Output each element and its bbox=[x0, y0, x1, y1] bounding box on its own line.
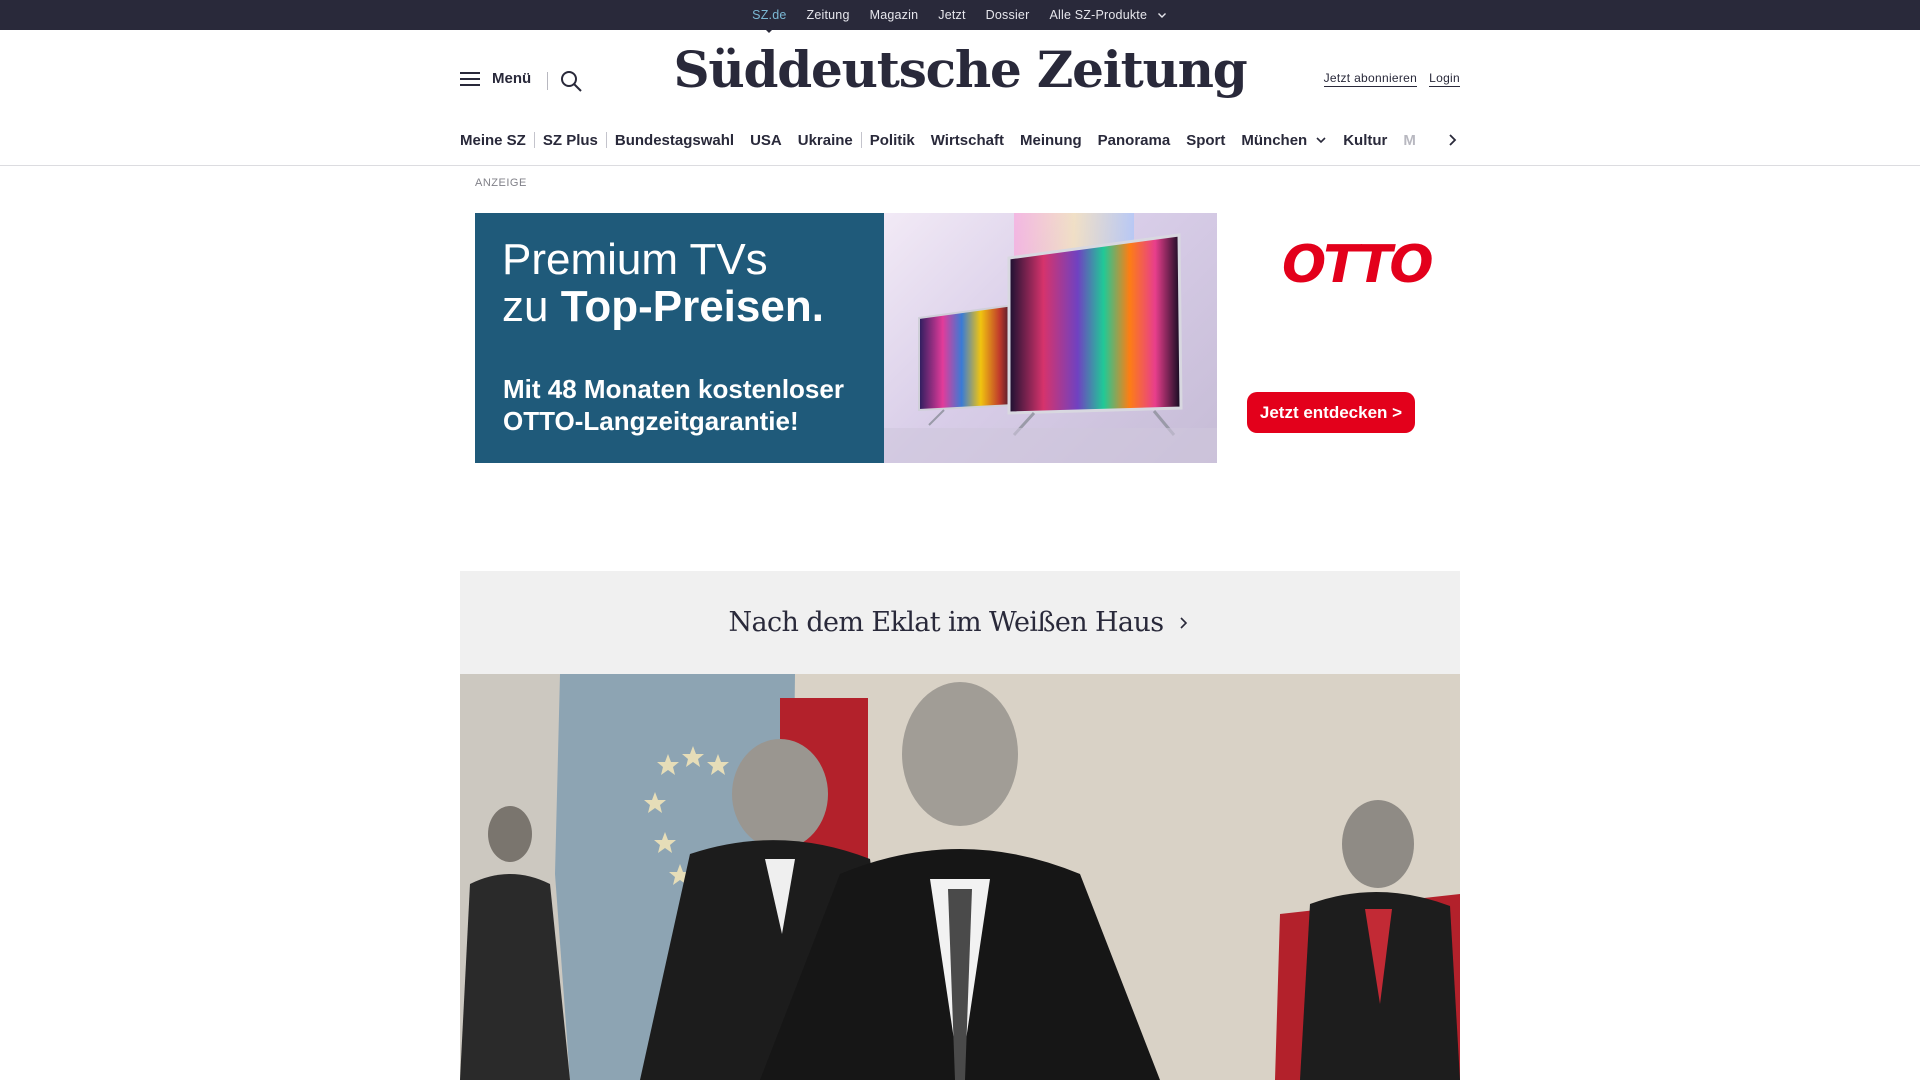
nav-item-usa[interactable]: USA bbox=[742, 132, 790, 149]
chevron-right-icon bbox=[1180, 616, 1188, 629]
topic-title: Nach dem Eklat im Weißen Haus bbox=[728, 607, 1165, 638]
ad-label: ANZEIGE bbox=[475, 177, 527, 189]
ad-brand-panel: OTTO Jetzt entdecken > bbox=[1217, 213, 1445, 463]
nav-item-bundestagswahl[interactable]: Bundestagswahl bbox=[607, 132, 742, 149]
nav-item-muenchen[interactable]: München bbox=[1233, 132, 1335, 149]
product-link-dossier[interactable]: Dossier bbox=[976, 8, 1040, 22]
sz-logo[interactable]: Süddeutsche Zeitung bbox=[460, 40, 1460, 99]
product-link-jetzt[interactable]: Jetzt bbox=[928, 8, 975, 22]
hero-collage bbox=[460, 674, 1460, 1080]
chevron-down-icon bbox=[1157, 13, 1166, 18]
nav-item-politik[interactable]: Politik bbox=[862, 132, 923, 149]
product-bar: SZ.de Zeitung Magazin Jetzt Dossier Alle… bbox=[0, 0, 1920, 33]
ad-subline: Mit 48 Monaten kostenloser OTTO-Langzeit… bbox=[503, 374, 844, 436]
login-link[interactable]: Login bbox=[1429, 71, 1460, 87]
masthead: Menü Süddeutsche Zeitung Jetzt abonniere… bbox=[460, 30, 1460, 135]
nav-item-meine-sz[interactable]: Meine SZ bbox=[460, 132, 534, 149]
nav-item-kultur[interactable]: Kultur bbox=[1335, 132, 1395, 149]
ad-headline-prefix: zu bbox=[502, 282, 561, 331]
chevron-right-icon[interactable] bbox=[1444, 132, 1460, 148]
ad-headline-line2: zu Top-Preisen. bbox=[502, 283, 824, 331]
ad-headline-bold: Top-Preisen. bbox=[560, 282, 824, 331]
nav-item-sport[interactable]: Sport bbox=[1178, 132, 1233, 149]
header-divider bbox=[0, 165, 1920, 166]
product-links: SZ.de Zeitung Magazin Jetzt Dossier Alle… bbox=[0, 0, 1920, 33]
otto-ad-banner[interactable]: Premium TVs zu Top-Preisen. Mit 48 Monat… bbox=[475, 213, 1445, 463]
hero-image[interactable] bbox=[460, 674, 1460, 1080]
chevron-down-icon bbox=[1316, 137, 1326, 144]
topic-banner[interactable]: Nach dem Eklat im Weißen Haus bbox=[460, 571, 1460, 674]
nav-item-ukraine[interactable]: Ukraine bbox=[790, 132, 861, 149]
product-link-zeitung[interactable]: Zeitung bbox=[797, 8, 860, 22]
ad-headline-line1: Premium TVs bbox=[502, 235, 768, 284]
otto-logo: OTTO bbox=[1282, 235, 1434, 295]
tv-illustration bbox=[884, 213, 1217, 463]
nav-item-meinung[interactable]: Meinung bbox=[1012, 132, 1090, 149]
nav-item-truncated[interactable]: M bbox=[1395, 132, 1416, 149]
nav-item-sz-plus[interactable]: SZ Plus bbox=[535, 132, 606, 149]
product-link-all-products[interactable]: Alle SZ-Produkte bbox=[1039, 8, 1177, 22]
ad-tv-image bbox=[884, 213, 1217, 463]
product-link-sz-de[interactable]: SZ.de bbox=[742, 8, 796, 33]
nav-item-wirtschaft[interactable]: Wirtschaft bbox=[923, 132, 1012, 149]
product-link-all-products-label: Alle SZ-Produkte bbox=[1049, 8, 1148, 22]
ad-cta-button[interactable]: Jetzt entdecken > bbox=[1247, 392, 1415, 433]
subscribe-link[interactable]: Jetzt abonnieren bbox=[1323, 71, 1418, 87]
nav-item-panorama[interactable]: Panorama bbox=[1090, 132, 1179, 149]
section-nav: Meine SZ SZ Plus Bundestagswahl USA Ukra… bbox=[460, 128, 1460, 152]
nav-item-muenchen-label: München bbox=[1241, 131, 1308, 149]
account-links: Jetzt abonnieren Login bbox=[1323, 71, 1460, 87]
ad-text-panel: Premium TVs zu Top-Preisen. Mit 48 Monat… bbox=[475, 213, 884, 463]
product-link-magazin[interactable]: Magazin bbox=[860, 8, 929, 22]
